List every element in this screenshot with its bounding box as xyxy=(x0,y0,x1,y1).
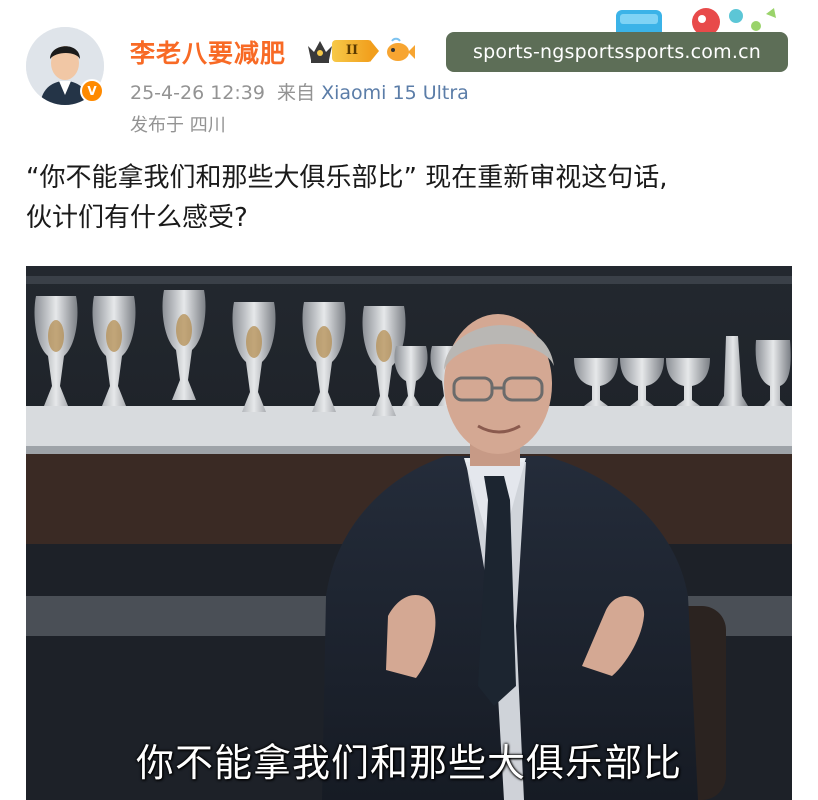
device-link[interactable]: Xiaomi 15 Ultra xyxy=(321,82,469,104)
post-location: 发布于 四川 xyxy=(130,115,226,136)
post-meta: 25-4-26 12:39 来自 Xiaomi 15 Ultra xyxy=(130,78,469,105)
crown-icon[interactable] xyxy=(306,38,334,64)
post-datetime: 25-4-26 12:39 xyxy=(130,82,265,104)
source-prefix: 来自 xyxy=(277,82,316,104)
watermark-banner: sports-ngsportssports.com.cn xyxy=(446,32,788,72)
post-text-line-2: 伙计们有什么感受? xyxy=(26,203,248,233)
verified-badge-icon: V xyxy=(80,79,104,103)
weibo-post-card: V 李老八要减肥 II 25-4-26 12:39 来自 Xiaomi 15 U… xyxy=(0,0,818,800)
post-body: “你不能拿我们和那些大俱乐部比” 现在重新审视这句话, 伙计们有什么感受? xyxy=(26,158,796,238)
level-badge[interactable]: II xyxy=(332,40,372,62)
video-subtitle: 你不能拿我们和那些大俱乐部比 xyxy=(135,741,682,785)
level-badge-arrow xyxy=(370,40,379,62)
post-image[interactable]: 你不能拿我们和那些大俱乐部比 xyxy=(26,266,792,800)
trophy-room-scene xyxy=(26,266,792,800)
username[interactable]: 李老八要减肥 xyxy=(130,34,286,70)
fish-icon[interactable] xyxy=(384,37,416,65)
post-text-line-1: “你不能拿我们和那些大俱乐部比” 现在重新审视这句话, xyxy=(26,163,668,193)
